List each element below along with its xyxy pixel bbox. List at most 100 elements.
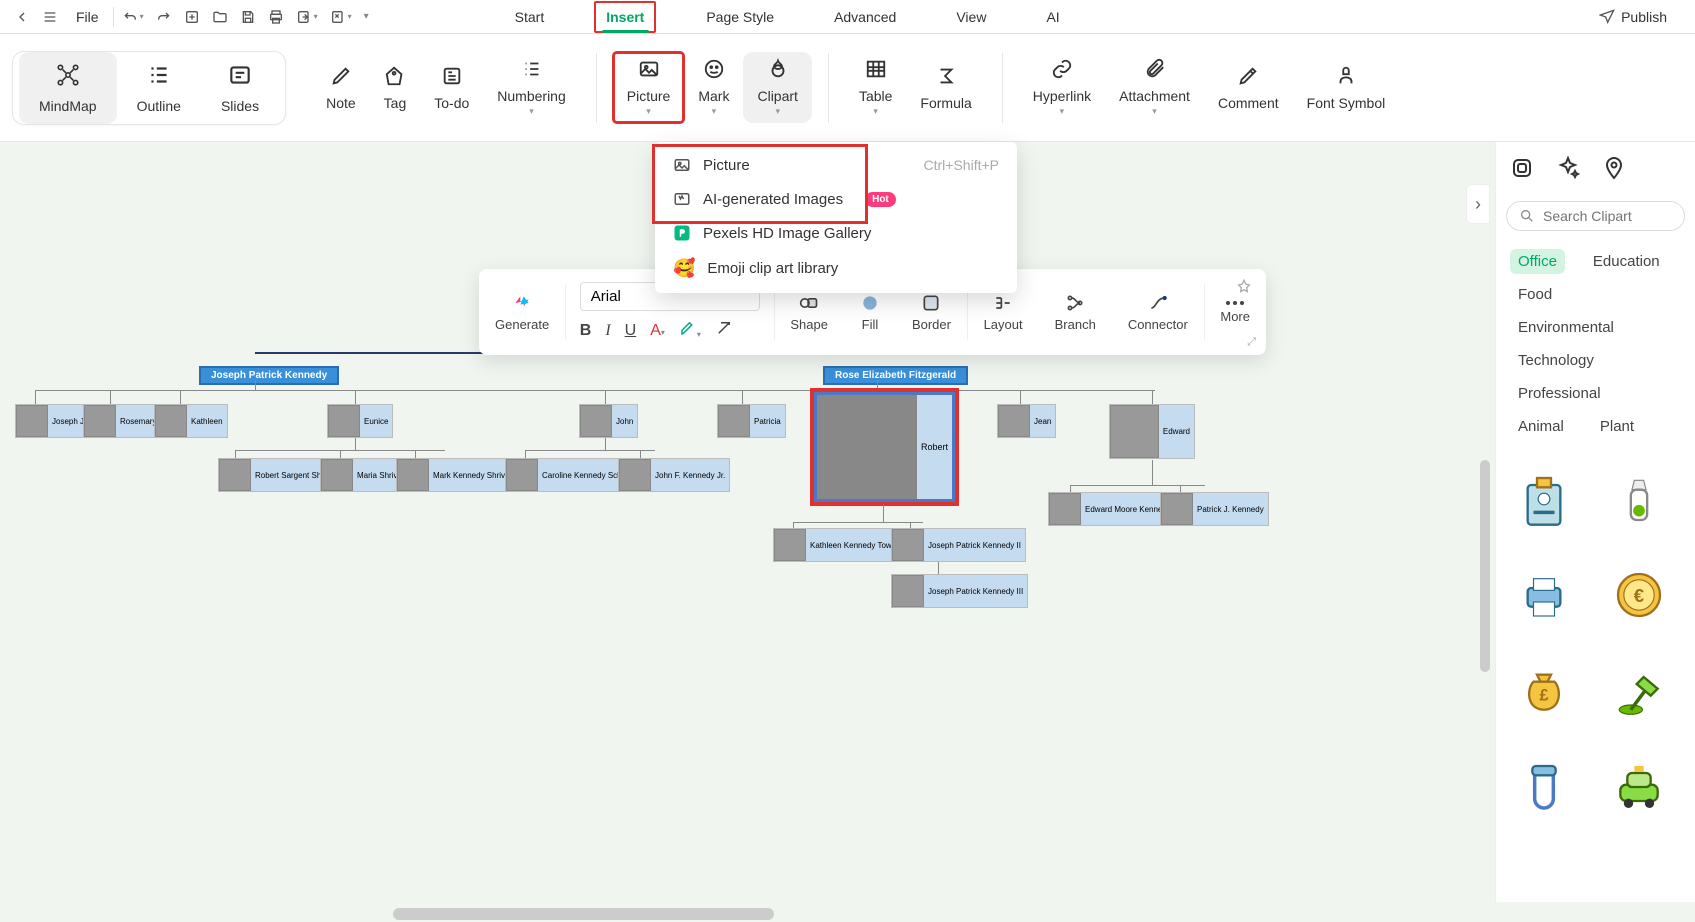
menu-start[interactable]: Start [505,3,555,31]
cat-office[interactable]: Office [1510,249,1565,274]
dropdown-emoji[interactable]: 🥰 Emoji clip art library [655,250,1017,287]
tool-numbering[interactable]: Numbering▾ [483,52,579,123]
back-button[interactable] [8,5,36,29]
canvas[interactable]: Picture Ctrl+Shift+P AI-generated Images… [0,142,1695,922]
emoji-icon: 🥰 [673,258,695,279]
panel-tab-location[interactable] [1602,156,1626,185]
add-page-button[interactable] [178,5,206,29]
highlight-button[interactable]: ▾ [679,319,701,342]
clipart-printer[interactable] [1516,567,1572,623]
tool-attachment[interactable]: Attachment▾ [1105,52,1204,123]
italic-button[interactable]: I [605,322,610,340]
redo-button[interactable] [150,5,178,29]
clipart-badge[interactable] [1516,471,1572,527]
menu-insert[interactable]: Insert [594,1,656,33]
menu-view[interactable]: View [946,3,996,31]
open-button[interactable] [206,5,234,29]
clipart-car[interactable] [1611,759,1667,815]
file-menu[interactable]: File [64,9,111,25]
dropdown-pexels[interactable]: Pexels HD Image Gallery [655,216,1017,250]
tool-mark[interactable]: Mark▾ [684,52,743,123]
node-parent-1[interactable]: Joseph Patrick Kennedy [199,366,339,385]
format-shape[interactable]: Shape [774,293,844,332]
pin-button[interactable] [1236,279,1252,300]
dropdown-picture[interactable]: Picture Ctrl+Shift+P [655,148,1017,182]
node-parent-2[interactable]: Rose Elizabeth Fitzgerald [823,366,968,385]
tool-clipart[interactable]: Clipart▾ [743,52,811,123]
menu-page-style[interactable]: Page Style [696,3,784,31]
clipart-search[interactable] [1506,201,1685,231]
font-color-button[interactable]: A▾ [650,322,665,340]
tree-node[interactable]: Kathleen [154,404,228,438]
tree-node[interactable]: Mark Kennedy Shriver [396,458,517,492]
cat-animal[interactable]: Animal [1510,414,1572,439]
tool-note[interactable]: Note [312,59,370,117]
clipart-search-input[interactable] [1543,208,1663,224]
tree-node[interactable]: Rosemary [83,404,161,438]
tree-node[interactable]: Joseph Jr. [15,404,93,438]
svg-text:€: € [1633,585,1644,606]
tree-node[interactable]: Edward [1109,404,1195,459]
svg-text:£: £ [1539,686,1548,704]
save-button[interactable] [234,5,262,29]
cat-professional[interactable]: Professional [1510,381,1609,406]
tree-node[interactable]: Joseph Patrick Kennedy II [891,528,1026,562]
underline-button[interactable]: U [625,322,637,340]
view-mindmap[interactable]: MindMap [19,52,117,124]
export-button[interactable]: ▾ [290,5,324,29]
undo-button[interactable]: ▾ [116,5,150,29]
format-more[interactable]: More [1204,301,1266,324]
clipart-lamp[interactable] [1611,663,1667,719]
scrollbar-horizontal[interactable] [393,908,774,920]
cat-technology[interactable]: Technology [1510,348,1602,373]
tree-node[interactable]: John F. Kennedy Jr. [618,458,730,492]
format-generate[interactable]: Generate [479,293,565,332]
panel-tab-ai[interactable] [1556,156,1580,185]
tree-node[interactable]: Jean [997,404,1056,438]
format-border[interactable]: Border [896,293,967,332]
tool-hyperlink[interactable]: Hyperlink▾ [1019,52,1105,123]
format-connector[interactable]: Connector [1112,293,1204,332]
more-button[interactable]: ▾ [358,7,375,26]
cat-education[interactable]: Education [1585,249,1668,274]
clipart-euro-coin[interactable]: € [1611,567,1667,623]
clear-format-button[interactable] [715,319,733,342]
tool-font-symbol[interactable]: Font Symbol [1293,59,1400,117]
tool-picture[interactable]: Picture▾ [613,52,685,123]
collapse-panel-button[interactable]: › [1466,184,1490,224]
publish-button[interactable]: Publish [1599,9,1687,25]
tool-todo[interactable]: To-do [420,59,483,117]
clipart-money-bag[interactable]: £ [1516,663,1572,719]
format-layout[interactable]: Layout [968,293,1039,332]
dropdown-ai-images[interactable]: AI-generated Images Hot [655,182,1017,216]
menu-advanced[interactable]: Advanced [824,3,906,31]
clipart-glue[interactable] [1611,471,1667,527]
tool-comment[interactable]: Comment [1204,59,1293,117]
format-branch[interactable]: Branch [1039,293,1112,332]
scrollbar-vertical[interactable] [1480,460,1490,672]
menu-ai[interactable]: AI [1036,3,1069,31]
menu-button[interactable] [36,5,64,29]
tree-node[interactable]: Patrick J. Kennedy [1160,492,1269,526]
tree-node-selected[interactable]: Robert [814,392,955,502]
tree-node[interactable]: Patricia [717,404,786,438]
tree-node[interactable]: Joseph Patrick Kennedy III [891,574,1028,608]
bold-button[interactable]: B [580,322,592,340]
panel-tab-icon[interactable] [1510,156,1534,185]
tool-tag[interactable]: Tag [370,59,421,117]
format-fill[interactable]: Fill [844,293,896,332]
clipart-clip[interactable] [1516,759,1572,815]
cat-plant[interactable]: Plant [1592,414,1642,439]
cat-food[interactable]: Food [1510,282,1560,307]
share-button[interactable]: ▾ [324,5,358,29]
view-outline[interactable]: Outline [117,52,201,124]
tool-formula[interactable]: Formula [906,59,985,117]
tree-node[interactable]: Eunice [327,404,393,438]
tool-table[interactable]: Table▾ [845,52,906,123]
print-button[interactable] [262,5,290,29]
tools-group-2: Picture▾ Mark▾ Clipart▾ [607,52,818,123]
tree-node[interactable]: John [579,404,638,438]
cat-environmental[interactable]: Environmental [1510,315,1622,340]
separator [113,7,114,27]
view-slides[interactable]: Slides [201,52,279,124]
